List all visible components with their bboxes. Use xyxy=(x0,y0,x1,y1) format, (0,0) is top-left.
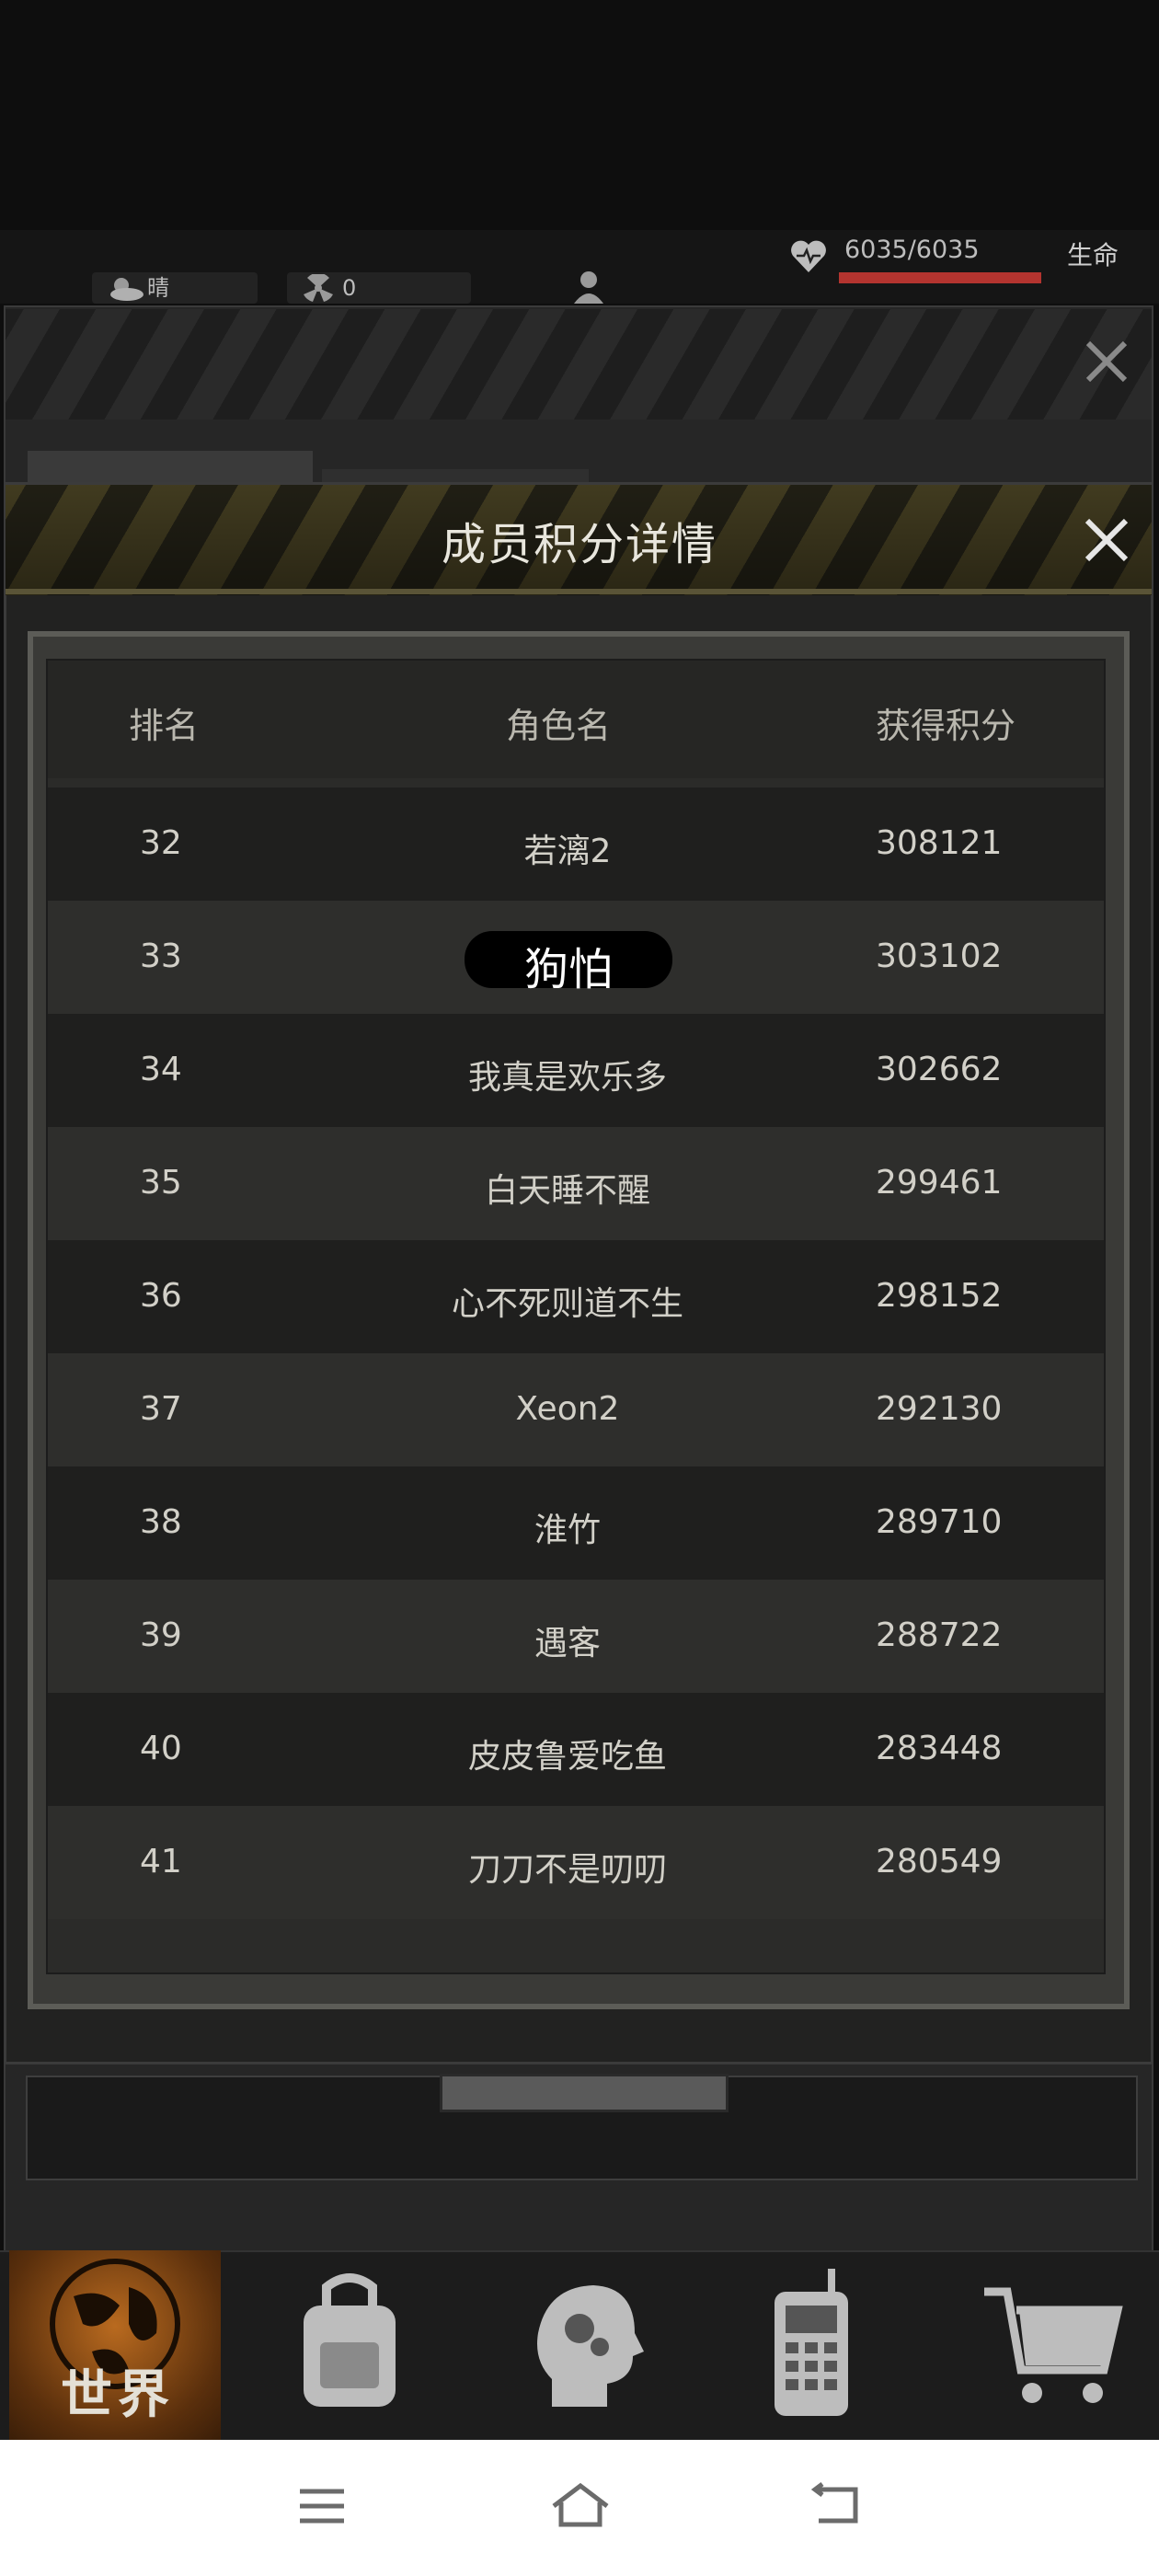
radiation-value: 0 xyxy=(342,275,357,301)
rank-cell: 33 xyxy=(140,937,182,975)
background-lower-tab[interactable] xyxy=(440,2074,729,2112)
heart-icon xyxy=(789,239,828,278)
column-header-score: 获得积分 xyxy=(876,706,1016,746)
background-close-icon[interactable] xyxy=(1074,329,1139,394)
nav-backpack-button[interactable] xyxy=(276,2250,488,2440)
table-header: 排名 角色名 获得积分 xyxy=(48,661,1104,778)
modal-title: 成员积分详情 xyxy=(441,519,717,570)
weather-chip: 晴 xyxy=(92,272,258,304)
player-icon xyxy=(570,269,607,304)
home-icon[interactable] xyxy=(548,2480,613,2534)
table-row: 41 刀刀不是叨叨 280549 xyxy=(48,1806,1104,1919)
table-row: 34 我真是欢乐多 302662 xyxy=(48,1014,1104,1127)
shop-cart-icon xyxy=(984,2287,1123,2403)
score-cell: 280549 xyxy=(876,1843,1003,1880)
table-row: 36 心不死则道不生 298152 xyxy=(48,1240,1104,1353)
table-row: 39 遇客 288722 xyxy=(48,1580,1104,1693)
score-cell: 289710 xyxy=(876,1503,1003,1541)
score-cell: 283448 xyxy=(876,1730,1003,1767)
hp-label: 生命 xyxy=(1067,240,1119,270)
weather-icon xyxy=(110,278,143,301)
table-row: 32 若漓2 308121 xyxy=(48,788,1104,901)
score-cell: 308121 xyxy=(876,824,1003,862)
backpack-icon xyxy=(304,2273,396,2407)
nav-radio-button[interactable] xyxy=(754,2250,966,2440)
skills-head-icon xyxy=(537,2285,644,2407)
score-cell: 302662 xyxy=(876,1051,1003,1088)
score-cell: 288722 xyxy=(876,1616,1003,1654)
menu-icon[interactable] xyxy=(296,2484,348,2532)
table-row: 40 皮皮鲁爱吃鱼 283448 xyxy=(48,1693,1104,1806)
weather-label: 晴 xyxy=(147,275,169,301)
background-panel-header xyxy=(6,309,1152,420)
score-cell: 303102 xyxy=(876,937,1003,975)
redacted-name: 狗怕 xyxy=(523,944,613,995)
nav-skills-button[interactable] xyxy=(515,2250,727,2440)
score-cell: 299461 xyxy=(876,1164,1003,1202)
close-icon[interactable] xyxy=(1074,508,1139,572)
nav-world-label: 世界 xyxy=(61,2365,175,2425)
back-icon[interactable] xyxy=(809,2482,865,2532)
table-row: 38 淮竹 289710 xyxy=(48,1466,1104,1580)
radiation-icon xyxy=(304,274,333,302)
score-table[interactable]: 排名 角色名 获得积分 32 若漓2 308121 33 303102 34 我真是欢乐多 3… xyxy=(46,659,1106,1974)
score-cell: 298152 xyxy=(876,1277,1003,1315)
hp-text: 6035/6035 xyxy=(844,236,980,264)
radiation-chip: 0 xyxy=(287,272,471,304)
nav-shop-button[interactable] xyxy=(975,2250,1159,2440)
score-cell: 292130 xyxy=(876,1390,1003,1428)
table-row: 35 白天睡不醒 299461 xyxy=(48,1127,1104,1240)
hp-bar xyxy=(839,272,1041,283)
hp-bar-fill xyxy=(839,272,1041,283)
modal-header-edge xyxy=(6,589,1152,594)
table-row: 37 Xeon2 292130 xyxy=(48,1353,1104,1466)
radio-icon xyxy=(775,2269,848,2416)
